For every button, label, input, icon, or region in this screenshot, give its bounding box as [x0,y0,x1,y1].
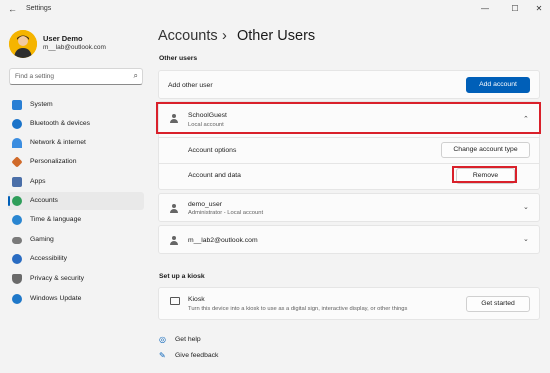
breadcrumb-parent[interactable]: Accounts [158,28,218,44]
kiosk-icon [170,297,180,305]
give-feedback-link[interactable]: Give feedback [175,352,218,359]
title-bar: ← Settings — ☐ ✕ [0,0,550,20]
accessibility-icon [12,254,22,264]
account-options-label: Account options [188,147,237,154]
shield-icon [12,274,22,284]
user-name: demo_user [188,201,223,208]
highlight-box [156,102,541,134]
page-title: Other Users [237,28,316,44]
get-started-button[interactable]: Get started [466,296,530,312]
sidebar-item-time-language[interactable]: Time & language [8,211,144,229]
search-placeholder: Find a setting [15,73,55,80]
back-arrow-icon[interactable]: ← [8,4,18,14]
globe-clock-icon [12,215,22,225]
section-heading-kiosk: Set up a kiosk [159,273,205,280]
brush-icon [11,156,23,168]
user-type: Administrator - Local account [188,210,264,216]
account-and-data-label: Account and data [188,172,241,179]
change-account-type-button[interactable]: Change account type [441,142,530,158]
section-heading-other-users: Other users [159,55,198,62]
get-help-link[interactable]: Get help [175,336,201,343]
sidebar-item-accessibility[interactable]: Accessibility [8,250,144,268]
chevron-down-icon[interactable]: ⌄ [523,203,529,211]
kiosk-title: Kiosk [188,296,205,303]
sidebar-item-label: System [30,101,53,108]
person-icon [170,204,178,213]
accounts-icon [12,196,22,206]
avatar[interactable] [9,30,37,58]
window-title: Settings [26,5,52,12]
kiosk-description: Turn this device into a kiosk to use as … [188,306,408,312]
sidebar-item-label: Apps [30,178,46,185]
sidebar-item-label: Gaming [30,236,54,243]
sidebar-item-windows-update[interactable]: Windows Update [8,290,144,308]
sidebar-item-label: Bluetooth & devices [30,120,91,127]
wifi-icon [12,138,22,148]
close-icon[interactable]: ✕ [532,3,546,15]
user-card[interactable]: demo_user Administrator - Local account … [158,193,540,222]
sidebar-item-label: Windows Update [30,295,82,302]
sidebar-item-bluetooth[interactable]: Bluetooth & devices [8,115,144,133]
profile-name: User Demo [43,34,83,43]
sidebar-item-label: Time & language [30,216,82,223]
maximize-icon[interactable]: ☐ [508,3,522,15]
sidebar-item-label: Accessibility [30,255,68,262]
sidebar-item-network[interactable]: Network & internet [8,134,144,152]
help-icon: ◎ [159,335,166,344]
search-input[interactable]: Find a setting ⌕ [9,68,143,85]
sidebar-item-privacy[interactable]: Privacy & security [8,270,144,288]
add-user-card: Add other user Add account [158,70,540,99]
user-card[interactable]: m__lab2@outlook.com ⌄ [158,225,540,254]
highlight-box [452,166,517,183]
sidebar-item-system[interactable]: System [8,96,144,114]
sidebar-item-label: Privacy & security [30,275,85,282]
sidebar-item-label: Personalization [30,158,77,165]
gamepad-icon [12,237,22,244]
feedback-icon: ✎ [159,351,166,360]
active-indicator [8,196,10,206]
system-icon [12,100,22,110]
sidebar-item-label: Accounts [30,197,58,204]
divider [159,163,539,164]
minimize-icon[interactable]: — [478,3,492,15]
sidebar-item-gaming[interactable]: Gaming [8,231,144,249]
add-account-button[interactable]: Add account [466,77,530,93]
breadcrumb-separator-icon: › [222,28,227,44]
sidebar-item-apps[interactable]: Apps [8,173,144,191]
chevron-down-icon[interactable]: ⌄ [523,235,529,243]
user-name: m__lab2@outlook.com [188,237,258,244]
profile-email: m__lab@outlook.com [43,44,106,51]
sidebar-item-personalization[interactable]: Personalization [8,153,144,171]
bluetooth-icon [12,119,22,129]
add-user-label: Add other user [168,82,213,89]
kiosk-card: Kiosk Turn this device into a kiosk to u… [158,287,540,320]
sidebar-item-accounts[interactable]: Accounts [8,192,144,210]
search-icon: ⌕ [133,71,138,80]
divider [159,137,539,138]
update-icon [12,294,22,304]
sidebar-item-label: Network & internet [30,139,86,146]
apps-icon [12,177,22,187]
person-icon [170,236,178,245]
